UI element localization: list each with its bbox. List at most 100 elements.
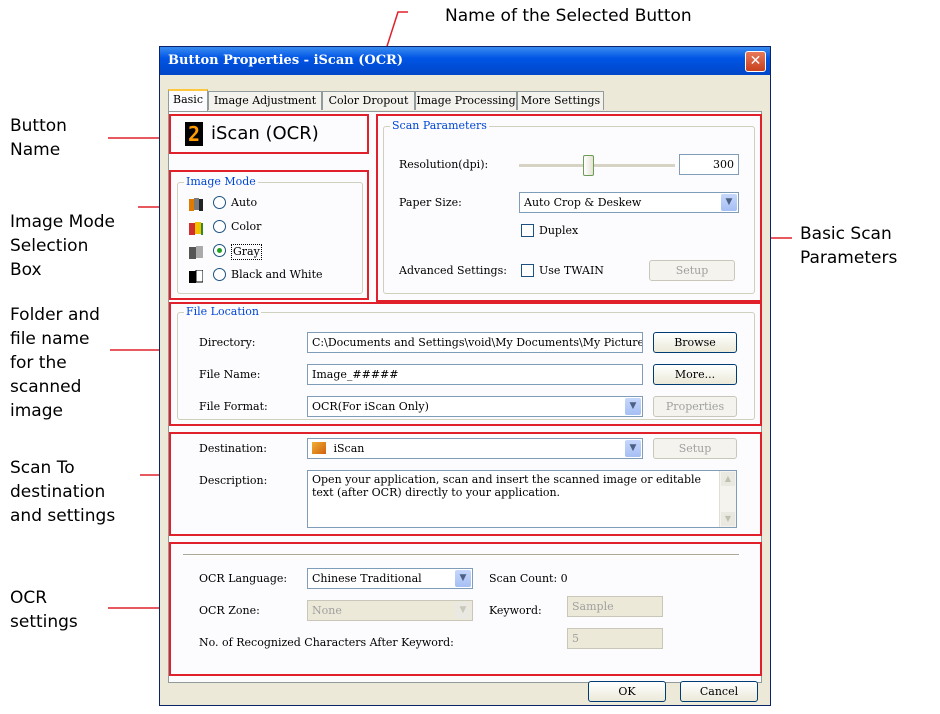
browse-button[interactable]: Browse [653, 332, 737, 353]
keyword-label: Keyword: [489, 604, 542, 617]
button-number-icon: 2 [185, 122, 203, 146]
iscan-app-icon [312, 442, 326, 454]
directory-input[interactable]: C:\Documents and Settings\void\My Docume… [307, 332, 643, 353]
chevron-down-icon[interactable]: ▼ [455, 570, 471, 587]
ocr-zone-select[interactable]: None ▼ [307, 600, 473, 621]
button-properties-dialog: Button Properties - iScan (OCR) ✕ Basic … [159, 46, 771, 706]
callout-line-2: destination [10, 482, 106, 502]
basic-tab-panel: 2 iScan (OCR) Image Mode Auto Color Gray… [168, 111, 762, 683]
scan-count-label: Scan Count: 0 [489, 572, 568, 586]
callout-line-1: Basic Scan [800, 224, 892, 244]
callout-ocr: OCR settings [10, 586, 78, 634]
callout-line-5: image [10, 401, 63, 421]
description-scrollbar[interactable]: ▲ ▼ [719, 471, 736, 527]
resolution-input[interactable]: 300 [679, 154, 739, 175]
ocr-language-label: OCR Language: [199, 572, 288, 585]
recognized-chars-input[interactable]: 5 [567, 628, 663, 649]
scan-count-caption: Scan Count: [489, 572, 558, 585]
description-text: Open your application, scan and insert t… [312, 473, 702, 499]
gray-label[interactable]: Gray [231, 244, 262, 260]
scan-setup-button[interactable]: Setup [649, 260, 735, 281]
title-bar[interactable]: Button Properties - iScan (OCR) ✕ [160, 47, 770, 75]
callout-basic-scan: Basic Scan Parameters [800, 222, 897, 270]
callout-line-1: OCR [10, 588, 48, 608]
scroll-down-icon[interactable]: ▼ [721, 512, 735, 526]
advanced-settings-label: Advanced Settings: [399, 264, 507, 277]
ok-button[interactable]: OK [588, 681, 666, 702]
auto-radio[interactable] [213, 196, 226, 209]
callout-line-3: Box [10, 260, 42, 280]
callout-button-name: Button Name [10, 114, 67, 162]
file-format-label: File Format: [199, 400, 268, 413]
tab-image-processing[interactable]: Image Processing [415, 91, 517, 110]
callout-line-3: for the [10, 353, 67, 373]
auto-mode-icon [189, 196, 203, 211]
duplex-checkbox[interactable] [521, 224, 534, 237]
chevron-down-icon[interactable]: ▼ [625, 440, 641, 457]
callout-line-2: settings [10, 612, 78, 632]
directory-label: Directory: [199, 336, 256, 349]
ocr-zone-label: OCR Zone: [199, 604, 260, 617]
chevron-down-icon[interactable]: ▼ [625, 398, 641, 415]
scan-count-value: 0 [560, 572, 568, 585]
callout-line-4: scanned [10, 377, 82, 397]
callout-line-2: Parameters [800, 248, 898, 268]
resolution-slider-thumb[interactable] [583, 155, 594, 176]
callout-line-2: file name [10, 329, 90, 349]
callout-folder: Folder and file name for the scanned ima… [10, 303, 100, 423]
duplex-label[interactable]: Duplex [539, 224, 578, 238]
file-name-label: File Name: [199, 368, 261, 381]
tab-color-dropout[interactable]: Color Dropout [322, 91, 415, 110]
callout-line-3: and settings [10, 506, 116, 526]
callout-line-1: Button [10, 116, 67, 136]
properties-button[interactable]: Properties [653, 396, 737, 417]
cancel-button[interactable]: Cancel [680, 681, 758, 702]
keyword-input[interactable]: Sample [567, 596, 663, 617]
chevron-down-icon[interactable]: ▼ [455, 602, 471, 619]
callout-line-1: Scan To [10, 458, 75, 478]
description-textarea[interactable]: Open your application, scan and insert t… [307, 470, 737, 528]
resolution-label: Resolution(dpi): [399, 158, 489, 171]
bw-radio[interactable] [213, 268, 226, 281]
destination-select[interactable]: iScan ▼ [307, 438, 643, 459]
recognized-chars-label: No. of Recognized Characters After Keywo… [199, 636, 454, 649]
color-label[interactable]: Color [231, 220, 261, 234]
file-format-value: OCR(For iScan Only) [312, 400, 429, 413]
tab-basic[interactable]: Basic [168, 89, 208, 111]
use-twain-label[interactable]: Use TWAIN [539, 264, 604, 278]
chevron-down-icon[interactable]: ▼ [721, 194, 737, 211]
callout-line-2: Name [10, 140, 61, 160]
paper-size-label: Paper Size: [399, 196, 462, 209]
gray-mode-icon [189, 244, 203, 259]
ocr-language-select[interactable]: Chinese Traditional ▼ [307, 568, 473, 589]
color-radio[interactable] [213, 220, 226, 233]
window-title: Button Properties - iScan (OCR) [168, 53, 404, 68]
paper-size-select[interactable]: Auto Crop & Deskew ▼ [519, 192, 739, 213]
tab-more-settings[interactable]: More Settings [517, 91, 604, 110]
destination-label: Destination: [199, 442, 267, 455]
more-button[interactable]: More... [653, 364, 737, 385]
close-icon[interactable]: ✕ [745, 51, 766, 72]
resolution-slider-track[interactable] [519, 155, 675, 176]
use-twain-checkbox[interactable] [521, 264, 534, 277]
callout-image-mode: Image Mode Selection Box [10, 210, 115, 282]
gray-radio[interactable] [213, 244, 226, 257]
scroll-up-icon[interactable]: ▲ [721, 472, 735, 486]
tab-image-adjustment[interactable]: Image Adjustment [208, 91, 322, 110]
file-location-title: File Location [184, 305, 261, 319]
ocr-zone-value: None [312, 604, 342, 617]
ocr-separator [183, 554, 739, 556]
paper-size-value: Auto Crop & Deskew [524, 196, 642, 209]
description-label: Description: [199, 474, 268, 487]
bw-label[interactable]: Black and White [231, 268, 323, 282]
auto-label[interactable]: Auto [231, 196, 257, 210]
file-format-select[interactable]: OCR(For iScan Only) ▼ [307, 396, 643, 417]
callout-line-1: Image Mode [10, 212, 115, 232]
scan-parameters-title: Scan Parameters [390, 119, 489, 133]
destination-setup-button[interactable]: Setup [653, 438, 737, 459]
image-mode-title: Image Mode [184, 175, 258, 189]
ocr-language-value: Chinese Traditional [312, 572, 422, 585]
callout-selected-button-name: Name of the Selected Button [445, 6, 692, 26]
button-name-label: iScan (OCR) [211, 123, 319, 144]
file-name-input[interactable]: Image_##### [307, 364, 643, 385]
